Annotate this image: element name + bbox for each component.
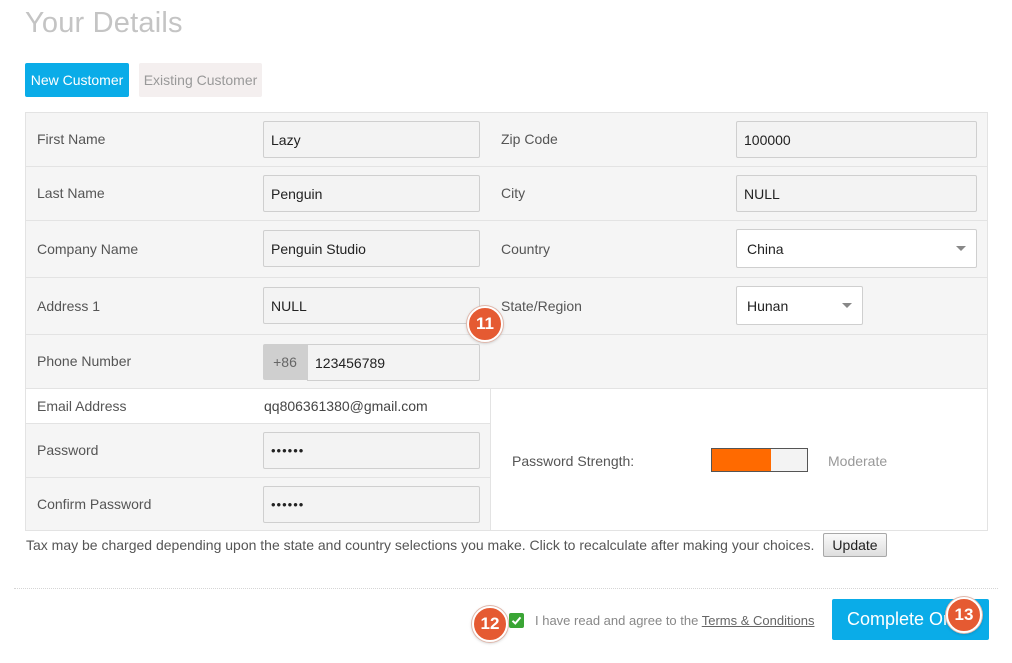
- state-select[interactable]: Hunan: [736, 286, 863, 325]
- form-row-5: [26, 335, 987, 389]
- password-strength-fill: [712, 449, 771, 471]
- first-name-label: First Name: [37, 131, 106, 147]
- chevron-down-icon: [842, 303, 852, 308]
- tab-existing-customer[interactable]: Existing Customer: [139, 63, 262, 97]
- divider: [14, 588, 998, 589]
- step-badge-12: 12: [472, 606, 508, 642]
- company-name-label: Company Name: [37, 241, 139, 257]
- step-badge-13: 13: [946, 597, 982, 633]
- address1-label: Address 1: [37, 298, 101, 314]
- city-input[interactable]: NULL: [736, 175, 977, 212]
- terms-link[interactable]: Terms & Conditions: [702, 613, 815, 628]
- password-strength-text: Moderate: [828, 453, 888, 469]
- password-strength-label: Password Strength:: [512, 453, 635, 469]
- step-badge-11: 11: [467, 306, 503, 342]
- tab-new-customer[interactable]: New Customer: [25, 63, 129, 97]
- chevron-down-icon: [956, 246, 966, 251]
- terms-agreement-text: I have read and agree to the: [535, 613, 702, 628]
- terms-agreement: I have read and agree to the Terms & Con…: [535, 613, 814, 628]
- last-name-input[interactable]: Penguin: [263, 175, 480, 212]
- last-name-label: Last Name: [37, 185, 105, 201]
- password-label: Password: [37, 442, 99, 458]
- tax-note: Tax may be charged depending upon the st…: [26, 537, 815, 553]
- company-name-input[interactable]: Penguin Studio: [263, 230, 480, 267]
- checkmark-icon: [511, 616, 522, 625]
- first-name-input[interactable]: Lazy: [263, 121, 480, 158]
- state-select-value: Hunan: [747, 297, 789, 314]
- terms-checkbox[interactable]: [509, 613, 524, 628]
- zip-code-label: Zip Code: [501, 131, 558, 147]
- phone-input[interactable]: 123456789: [307, 344, 480, 381]
- state-label: State/Region: [501, 298, 582, 314]
- country-label: Country: [501, 241, 551, 257]
- details-form: First Name Last Name Company Name Addres…: [25, 112, 988, 531]
- zip-code-input[interactable]: 100000: [736, 121, 977, 158]
- update-button[interactable]: Update: [823, 533, 887, 557]
- password-strength-meter: [711, 448, 808, 472]
- page-title: Your Details: [25, 7, 183, 39]
- city-label: City: [501, 185, 526, 201]
- confirm-password-label: Confirm Password: [37, 496, 152, 512]
- phone-label: Phone Number: [37, 353, 132, 369]
- phone-country-code: +86: [263, 344, 307, 380]
- country-select[interactable]: China: [736, 229, 977, 268]
- email-value: qq806361380@gmail.com: [264, 398, 428, 414]
- confirm-password-input[interactable]: ••••••: [263, 486, 480, 523]
- password-input[interactable]: ••••••: [263, 432, 480, 469]
- email-label: Email Address: [37, 398, 127, 414]
- address1-input[interactable]: NULL: [263, 287, 480, 324]
- country-select-value: China: [747, 240, 784, 257]
